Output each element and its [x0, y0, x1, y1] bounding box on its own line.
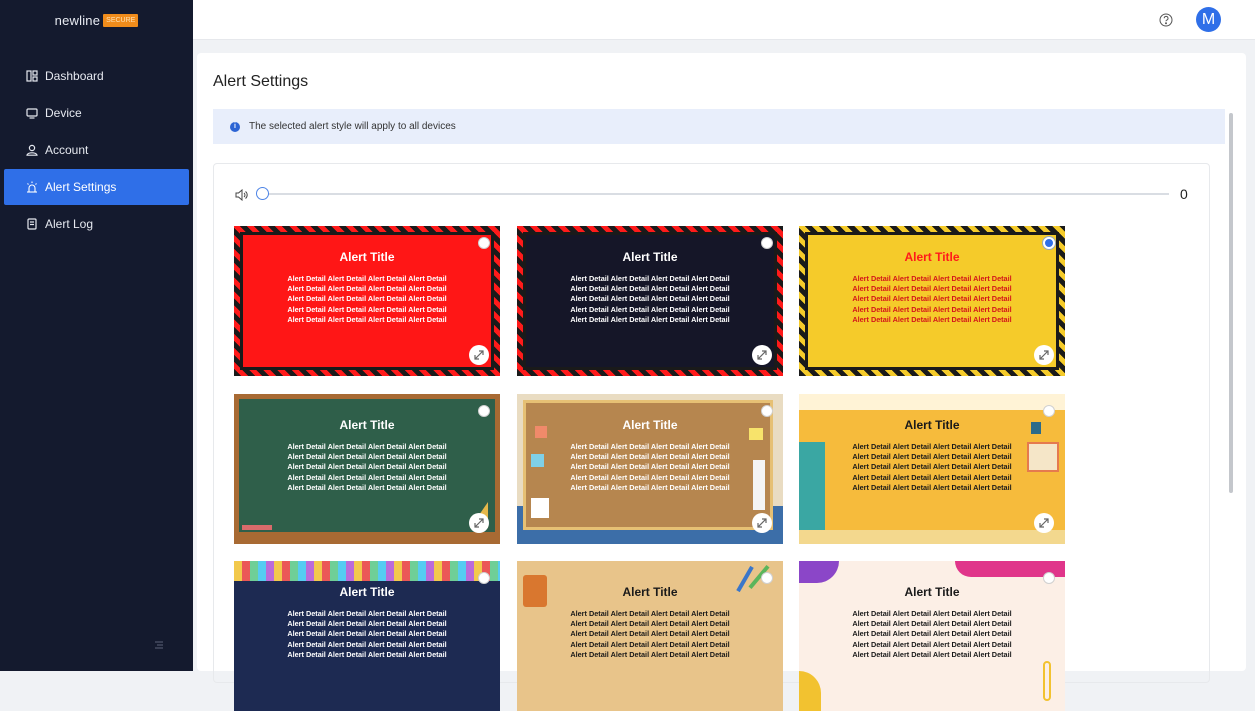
style-radio[interactable] — [478, 405, 490, 417]
alert-style-card-chalkboard[interactable]: Alert Title Alert Detail Alert Detail Al… — [234, 394, 500, 544]
floor-decoration — [799, 530, 1065, 544]
avatar[interactable]: M — [1196, 7, 1221, 32]
expand-icon[interactable] — [469, 513, 489, 533]
alarm-icon — [26, 181, 38, 193]
card-title: Alert Title — [622, 585, 678, 599]
card-detail: Alert Detail Alert Detail Alert Detail A… — [570, 442, 730, 492]
card-title: Alert Title — [339, 585, 395, 599]
document-icon — [26, 218, 38, 230]
brand-badge: SECURE — [103, 13, 139, 27]
alert-style-card-pencils[interactable]: Alert Title Alert Detail Alert Detail Al… — [234, 561, 500, 711]
expand-icon[interactable] — [469, 345, 489, 365]
style-radio[interactable] — [761, 572, 773, 584]
style-radio[interactable] — [478, 572, 490, 584]
user-icon — [26, 144, 38, 156]
clip-decoration — [1043, 661, 1051, 701]
card-title: Alert Title — [339, 418, 395, 432]
info-icon: i — [230, 121, 240, 132]
alert-style-card-desk[interactable]: Alert Title Alert Detail Alert Detail Al… — [517, 561, 783, 711]
sidebar-nav: Dashboard Device Account Alert Settings … — [0, 58, 193, 242]
card-detail: Alert Detail Alert Detail Alert Detail A… — [287, 609, 447, 659]
card-detail: Alert Detail Alert Detail Alert Detail A… — [852, 274, 1012, 324]
monitor-icon — [26, 107, 38, 119]
expand-icon[interactable] — [1034, 345, 1054, 365]
info-text: The selected alert style will apply to a… — [249, 121, 456, 132]
pencils-decoration — [234, 561, 500, 581]
sidebar-item-label: Device — [45, 106, 82, 120]
alert-style-card-memphis[interactable]: Alert Title Alert Detail Alert Detail Al… — [799, 561, 1065, 711]
card-detail: Alert Detail Alert Detail Alert Detail A… — [287, 274, 447, 324]
style-radio[interactable] — [761, 405, 773, 417]
ceiling-decoration — [799, 394, 1065, 410]
info-banner: i The selected alert style will apply to… — [213, 109, 1225, 144]
style-radio[interactable] — [761, 237, 773, 249]
card-detail: Alert Detail Alert Detail Alert Detail A… — [852, 442, 1012, 492]
sidebar-item-label: Dashboard — [45, 69, 104, 83]
card-title: Alert Title — [339, 250, 395, 264]
eraser-decoration — [242, 525, 272, 530]
volume-slider-track[interactable] — [259, 193, 1169, 195]
sidebar: newline SECURE Dashboard Device Account — [0, 0, 193, 671]
sidebar-item-alert-settings[interactable]: Alert Settings — [4, 169, 189, 205]
sidebar-item-label: Account — [45, 143, 89, 157]
alert-style-card-red[interactable]: Alert Title Alert Detail Alert Detail Al… — [234, 226, 500, 376]
style-radio[interactable] — [1043, 405, 1055, 417]
card-detail: Alert Detail Alert Detail Alert Detail A… — [570, 609, 730, 659]
card-title: Alert Title — [904, 585, 960, 599]
paper-decoration — [531, 498, 549, 518]
card-detail: Alert Detail Alert Detail Alert Detail A… — [570, 274, 730, 324]
help-circle-icon[interactable] — [1159, 13, 1173, 27]
card-title: Alert Title — [904, 250, 960, 264]
expand-icon[interactable] — [752, 345, 772, 365]
brand-logo: newline SECURE — [0, 0, 193, 40]
sidebar-item-account[interactable]: Account — [4, 132, 189, 168]
style-radio-selected[interactable] — [1043, 237, 1055, 249]
card-title: Alert Title — [622, 250, 678, 264]
dashboard-icon — [26, 70, 38, 82]
sidebar-item-alert-log[interactable]: Alert Log — [4, 206, 189, 242]
style-radio[interactable] — [1043, 572, 1055, 584]
sidebar-item-label: Alert Settings — [45, 180, 117, 194]
card-title: Alert Title — [904, 418, 960, 432]
alert-style-card-yellow[interactable]: Alert Title Alert Detail Alert Detail Al… — [799, 226, 1065, 376]
brand-name: newline — [54, 12, 101, 28]
top-bar: M — [193, 0, 1255, 40]
expand-icon[interactable] — [752, 513, 772, 533]
shape-decoration — [799, 561, 839, 583]
card-detail: Alert Detail Alert Detail Alert Detail A… — [852, 609, 1012, 659]
scrollbar[interactable] — [1229, 113, 1233, 493]
alert-style-card-dark[interactable]: Alert Title Alert Detail Alert Detail Al… — [517, 226, 783, 376]
shape-decoration — [799, 671, 821, 711]
page-title: Alert Settings — [213, 73, 309, 90]
sidebar-item-device[interactable]: Device — [4, 95, 189, 131]
card-detail: Alert Detail Alert Detail Alert Detail A… — [287, 442, 447, 492]
expand-icon[interactable] — [1034, 513, 1054, 533]
sidebar-item-label: Alert Log — [45, 217, 94, 231]
alert-style-card-classroom[interactable]: Alert Title Alert Detail Alert Detail Al… — [799, 394, 1065, 544]
main-content: Alert Settings i The selected alert styl… — [197, 53, 1246, 711]
sidebar-item-dashboard[interactable]: Dashboard — [4, 58, 189, 94]
volume-value: 0 — [1180, 186, 1188, 202]
volume-slider-thumb[interactable] — [256, 187, 269, 200]
alert-style-panel: 0 Alert Title Alert Detail Alert Detail … — [213, 163, 1210, 711]
alert-style-card-corkboard[interactable]: Alert Title Alert Detail Alert Detail Al… — [517, 394, 783, 544]
style-radio[interactable] — [478, 237, 490, 249]
speaker-icon[interactable] — [235, 188, 249, 202]
collapse-sidebar-icon[interactable] — [154, 637, 164, 649]
card-title: Alert Title — [622, 418, 678, 432]
